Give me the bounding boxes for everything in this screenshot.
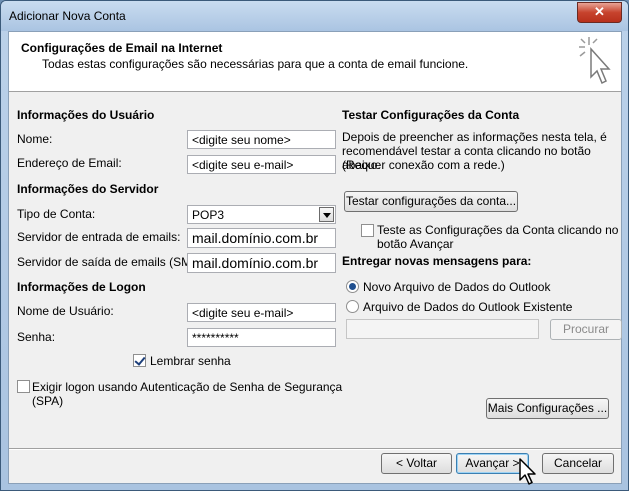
window-title: Adicionar Nova Conta bbox=[9, 9, 126, 23]
dialog-client: Configurações de Email na Internet Todas… bbox=[8, 31, 622, 484]
auto-test-label-line1[interactable]: Teste as Configurações da Conta clicando… bbox=[377, 223, 618, 237]
logon-info-heading: Informações de Logon bbox=[17, 280, 146, 294]
account-type-label: Tipo de Conta: bbox=[17, 207, 96, 221]
page-title: Configurações de Email na Internet bbox=[21, 41, 223, 55]
incoming-server-label: Servidor de entrada de emails: bbox=[17, 230, 181, 244]
spa-label-line2[interactable]: (SPA) bbox=[32, 394, 63, 408]
delivery-heading: Entregar novas mensagens para: bbox=[342, 254, 532, 268]
new-data-file-radio[interactable] bbox=[346, 280, 359, 293]
back-button[interactable]: < Voltar bbox=[381, 453, 452, 474]
remember-password-label[interactable]: Lembrar senha bbox=[150, 354, 231, 368]
account-type-select[interactable]: POP3 bbox=[187, 205, 336, 224]
outgoing-server-label: Servidor de saída de emails (SMTP): bbox=[17, 255, 214, 269]
test-description-line1: Depois de preencher as informações nesta… bbox=[342, 130, 607, 144]
password-label: Senha: bbox=[17, 330, 56, 344]
cancel-button[interactable]: Cancelar bbox=[542, 453, 614, 474]
test-account-settings-button[interactable]: Testar configurações da conta... bbox=[344, 191, 518, 212]
name-input[interactable]: <digite seu nome> bbox=[187, 130, 336, 149]
email-label: Endereço de Email: bbox=[17, 156, 122, 170]
spa-label-line1[interactable]: Exigir logon usando Autenticação de Senh… bbox=[32, 380, 342, 394]
server-info-heading: Informações do Servidor bbox=[17, 182, 159, 196]
title-bar[interactable]: Adicionar Nova Conta ✕ bbox=[1, 1, 628, 31]
user-info-heading: Informações do Usuário bbox=[17, 108, 155, 122]
browse-button[interactable]: Procurar bbox=[550, 319, 622, 340]
existing-data-file-label[interactable]: Arquivo de Dados do Outlook Existente bbox=[363, 300, 572, 314]
username-input[interactable]: <digite seu e-mail> bbox=[187, 303, 336, 322]
incoming-server-input[interactable]: mail.domínio.com.br bbox=[187, 228, 336, 248]
auto-test-label-line2[interactable]: botão Avançar bbox=[377, 237, 454, 251]
existing-data-file-path[interactable] bbox=[346, 319, 539, 339]
name-label: Nome: bbox=[17, 132, 53, 146]
test-description-line3: (Requer conexão com a rede.) bbox=[342, 158, 505, 172]
outgoing-server-input[interactable]: mail.domínio.com.br bbox=[187, 253, 336, 273]
close-button[interactable]: ✕ bbox=[577, 2, 622, 23]
existing-data-file-radio[interactable] bbox=[346, 300, 359, 313]
account-type-value: POP3 bbox=[192, 208, 225, 222]
password-input[interactable]: ********** bbox=[187, 328, 336, 347]
new-data-file-label[interactable]: Novo Arquivo de Dados do Outlook bbox=[363, 280, 550, 294]
auto-test-checkbox[interactable] bbox=[361, 224, 374, 237]
remember-password-checkbox[interactable] bbox=[133, 354, 146, 367]
username-label: Nome de Usuário: bbox=[17, 304, 114, 318]
dialog-window: Adicionar Nova Conta ✕ Configurações de … bbox=[0, 0, 629, 491]
sparkle-cursor-icon bbox=[579, 37, 611, 85]
page-subtitle: Todas estas configurações são necessária… bbox=[42, 57, 469, 71]
chevron-down-icon[interactable] bbox=[319, 207, 334, 222]
mouse-pointer-icon bbox=[519, 458, 536, 485]
dialog-header: Configurações de Email na Internet Todas… bbox=[9, 32, 621, 92]
test-settings-heading: Testar Configurações da Conta bbox=[342, 108, 520, 122]
spa-checkbox[interactable] bbox=[17, 380, 30, 393]
close-icon: ✕ bbox=[594, 4, 605, 19]
email-input[interactable]: <digite seu e-mail> bbox=[187, 155, 336, 174]
more-settings-button[interactable]: Mais Configurações ... bbox=[486, 398, 609, 419]
footer-divider bbox=[9, 448, 621, 450]
